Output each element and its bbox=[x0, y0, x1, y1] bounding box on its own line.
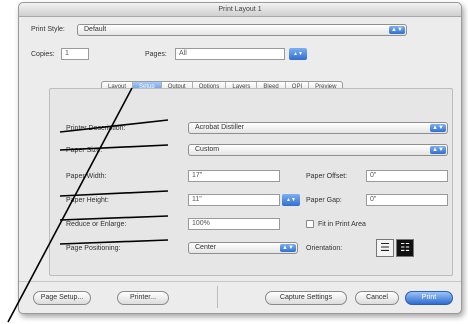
printer-description-label: Printer Description: bbox=[66, 125, 126, 132]
print-dialog: Print Layout 1 Print Style: Default ▲▼ C… bbox=[18, 2, 462, 314]
paper-offset-label: Paper Offset: bbox=[306, 173, 348, 180]
bottom-separator bbox=[19, 281, 461, 282]
reduce-enlarge-label: Reduce or Enlarge: bbox=[66, 221, 127, 228]
portrait-orientation-icon[interactable]: ☰ bbox=[376, 239, 394, 257]
paper-gap-label: Paper Gap: bbox=[306, 197, 342, 204]
paper-height-label: Paper Height: bbox=[66, 197, 109, 204]
copies-field[interactable]: 1 bbox=[61, 48, 89, 60]
page-positioning-label: Page Positioning: bbox=[66, 245, 121, 252]
stage: Print Layout 1 Print Style: Default ▲▼ C… bbox=[0, 0, 468, 324]
paper-offset-field[interactable]: 0" bbox=[366, 170, 448, 182]
paper-gap-field[interactable]: 0" bbox=[366, 194, 448, 206]
paper-width-label: Paper Width: bbox=[66, 173, 107, 180]
printer-description-popup[interactable]: Acrobat Distiller ▲▼ bbox=[188, 122, 448, 134]
paper-height-stepper-icon[interactable]: ▲▼ bbox=[282, 194, 300, 206]
print-style-label: Print Style: bbox=[31, 26, 65, 33]
popup-arrow-icon: ▲▼ bbox=[280, 244, 296, 252]
landscape-orientation-icon[interactable]: ☷ bbox=[396, 239, 414, 257]
copies-label: Copies: bbox=[31, 51, 55, 58]
print-button[interactable]: Print bbox=[405, 291, 453, 305]
popup-arrow-icon: ▲▼ bbox=[430, 124, 446, 132]
printer-button[interactable]: Printer... bbox=[117, 291, 169, 305]
fit-in-print-area-checkbox[interactable] bbox=[306, 220, 314, 228]
page-setup-button[interactable]: Page Setup... bbox=[33, 291, 91, 305]
paper-height-field[interactable]: 11" bbox=[188, 194, 280, 206]
pages-popup-arrow-icon[interactable]: ▲▼ bbox=[289, 48, 307, 60]
printer-description-value: Acrobat Distiller bbox=[195, 124, 245, 131]
paper-size-popup[interactable]: Custom ▲▼ bbox=[188, 144, 448, 156]
capture-settings-button[interactable]: Capture Settings bbox=[265, 291, 347, 305]
cancel-button[interactable]: Cancel bbox=[355, 291, 399, 305]
pages-field[interactable]: All bbox=[175, 48, 285, 60]
bottom-divider bbox=[217, 286, 218, 308]
window-title: Print Layout 1 bbox=[19, 3, 461, 17]
orientation-label: Orientation: bbox=[306, 245, 343, 252]
print-style-value: Default bbox=[84, 26, 107, 33]
pages-label: Pages: bbox=[145, 51, 167, 58]
paper-width-field[interactable]: 17" bbox=[188, 170, 280, 182]
page-positioning-popup[interactable]: Center ▲▼ bbox=[188, 242, 298, 254]
page-positioning-value: Center bbox=[195, 244, 217, 251]
setup-panel: Printer Description: Acrobat Distiller ▲… bbox=[49, 88, 453, 276]
popup-arrow-icon: ▲▼ bbox=[430, 146, 446, 154]
paper-size-value: Custom bbox=[195, 146, 220, 153]
print-style-popup[interactable]: Default ▲▼ bbox=[77, 24, 407, 36]
popup-arrow-icon: ▲▼ bbox=[389, 26, 405, 34]
paper-size-label: Paper Size: bbox=[66, 147, 103, 154]
reduce-enlarge-field[interactable]: 100% bbox=[188, 218, 280, 230]
fit-in-print-area-label: Fit in Print Area bbox=[318, 221, 366, 228]
